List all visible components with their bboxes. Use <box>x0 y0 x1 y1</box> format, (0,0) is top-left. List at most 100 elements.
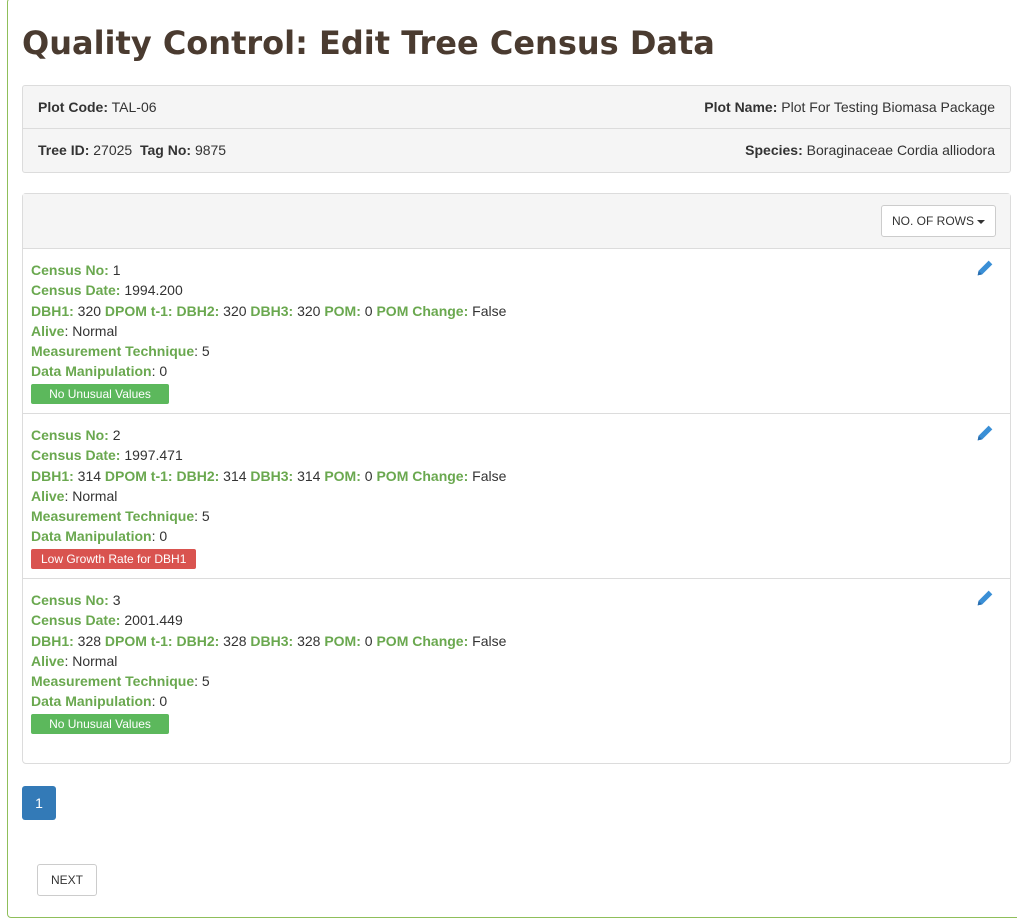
alive-label: Alive <box>31 652 65 669</box>
dbh1-value: 314 <box>77 467 102 484</box>
rows-per-page-label: NO. OF ROWS <box>892 214 974 228</box>
dbh3-label: DBH3: <box>250 467 294 484</box>
tree-id-value: 27025 <box>93 142 133 158</box>
plot-code: Plot Code: TAL-06 <box>38 86 157 129</box>
alive-label: Alive <box>31 487 65 504</box>
dbh2-label: DBH2: <box>176 302 220 319</box>
dbh2-value: 328 <box>223 632 247 649</box>
pencil-icon[interactable] <box>974 257 996 279</box>
census-no-value: 3 <box>112 592 121 608</box>
dbh3-label: DBH3: <box>250 632 294 649</box>
qc-status-badge: No Unusual Values <box>31 713 169 734</box>
dbh1-value: 320 <box>77 302 102 319</box>
data-manipulation-line: Data Manipulation: 0 <box>31 526 1002 546</box>
panel-header: NO. OF ROWS <box>23 194 1010 249</box>
dbh1-label: DBH1: <box>31 467 74 484</box>
pom-value: 0 <box>364 302 373 319</box>
pom-change-value: False <box>472 632 507 649</box>
qc-status-badge: Low Growth Rate for DBH1 <box>31 548 197 569</box>
census-date-value: 1997.471 <box>124 447 183 464</box>
pagination-page-1[interactable]: 1 <box>22 786 56 820</box>
dbh3-label: DBH3: <box>250 302 294 319</box>
pom-label: POM: <box>324 302 361 319</box>
dbh1-label: DBH1: <box>31 632 74 649</box>
rows-per-page-dropdown[interactable]: NO. OF ROWS <box>881 205 996 237</box>
dbh2-label: DBH2: <box>176 632 220 649</box>
measurement-technique-value: : 5 <box>194 508 210 525</box>
tree-id: Tree ID: 27025 Tag No: 9875 <box>38 129 226 172</box>
census-no-line: Census No: 1 <box>31 260 1002 280</box>
alive-label: Alive <box>31 322 65 339</box>
pencil-icon[interactable] <box>974 587 996 609</box>
census-date-value: 1994.200 <box>124 282 183 299</box>
alive-value: : Normal <box>64 322 118 339</box>
caret-down-icon <box>977 219 985 224</box>
dpom-label: DPOM t-1: <box>104 302 173 319</box>
census-no-line: Census No: 3 <box>31 590 1002 610</box>
dbh2-value: 314 <box>223 467 247 484</box>
data-manipulation-value: : 0 <box>151 693 168 710</box>
alive-line: Alive: Normal <box>31 651 1002 671</box>
measurement-technique-value: : 5 <box>194 673 210 690</box>
dbh2-value: 320 <box>223 302 247 319</box>
census-no-value: 2 <box>112 427 121 443</box>
alive-line: Alive: Normal <box>31 321 1002 341</box>
plot-name-value: Plot For Testing Biomasa Package <box>781 99 995 115</box>
dbh1-label: DBH1: <box>31 302 74 319</box>
census-no-line: Census No: 2 <box>31 425 1002 445</box>
measurement-technique-value: : 5 <box>194 343 210 360</box>
dbh-line: DBH1: 328 DPOM t-1: DBH2: 328 DBH3: 328 … <box>31 631 1002 651</box>
alive-value: : Normal <box>64 487 118 504</box>
census-no-value: 1 <box>112 262 121 278</box>
plot-code-value: TAL-06 <box>111 99 157 115</box>
dbh3-value: 328 <box>297 632 321 649</box>
data-manipulation-line: Data Manipulation: 0 <box>31 691 1002 711</box>
census-no-label: Census No: <box>31 592 109 608</box>
measurement-technique-label: Measurement Technique <box>31 343 195 360</box>
pom-change-label: POM Change: <box>376 302 469 319</box>
species-value: Boraginaceae Cordia alliodora <box>806 142 995 158</box>
pom-change-value: False <box>472 467 507 484</box>
next-button[interactable]: NEXT <box>37 864 98 896</box>
pom-label: POM: <box>324 467 361 484</box>
tag-no-value: 9875 <box>194 142 227 158</box>
pom-change-value: False <box>472 302 507 319</box>
census-date-line: Census Date: 1997.471 <box>31 445 1002 465</box>
dbh3-value: 314 <box>297 467 321 484</box>
census-date-label: Census Date: <box>31 447 121 464</box>
census-date-line: Census Date: 1994.200 <box>31 280 1002 300</box>
data-manipulation-label: Data Manipulation <box>31 363 152 380</box>
tag-no-label: Tag No: <box>139 142 192 158</box>
alive-line: Alive: Normal <box>31 486 1002 506</box>
qc-status-badge: No Unusual Values <box>31 383 169 404</box>
census-record: Census No: 2 Census Date: 1997.471 DBH1:… <box>23 414 1010 579</box>
census-record: Census No: 1 Census Date: 1994.200 DBH1:… <box>23 249 1010 414</box>
measurement-technique-label: Measurement Technique <box>31 508 195 525</box>
measurement-technique-line: Measurement Technique: 5 <box>31 341 1002 361</box>
census-date-label: Census Date: <box>31 612 121 629</box>
data-manipulation-label: Data Manipulation <box>31 528 152 545</box>
measurement-technique-label: Measurement Technique <box>31 673 195 690</box>
alive-value: : Normal <box>64 652 118 669</box>
species-label: Species: <box>745 142 803 158</box>
data-manipulation-line: Data Manipulation: 0 <box>31 361 1002 381</box>
census-no-label: Census No: <box>31 262 109 278</box>
data-manipulation-value: : 0 <box>151 363 168 380</box>
pom-label: POM: <box>324 632 361 649</box>
pencil-icon[interactable] <box>974 422 996 444</box>
plot-code-label: Plot Code: <box>38 99 108 115</box>
dpom-label: DPOM t-1: <box>104 467 173 484</box>
plot-name: Plot Name: Plot For Testing Biomasa Pack… <box>704 86 995 129</box>
tree-info-row: Tree ID: 27025 Tag No: 9875 Species: Bor… <box>23 129 1010 172</box>
dbh-line: DBH1: 320 DPOM t-1: DBH2: 320 DBH3: 320 … <box>31 301 1002 321</box>
page-title: Quality Control: Edit Tree Census Data <box>22 24 715 62</box>
tree-id-label: Tree ID: <box>38 142 90 158</box>
census-date-label: Census Date: <box>31 282 121 299</box>
pom-value: 0 <box>364 467 373 484</box>
measurement-technique-line: Measurement Technique: 5 <box>31 506 1002 526</box>
dbh1-value: 328 <box>77 632 102 649</box>
plot-name-label: Plot Name: <box>704 99 778 115</box>
census-no-label: Census No: <box>31 427 109 443</box>
plot-info-row: Plot Code: TAL-06 Plot Name: Plot For Te… <box>23 86 1010 129</box>
dbh-line: DBH1: 314 DPOM t-1: DBH2: 314 DBH3: 314 … <box>31 466 1002 486</box>
